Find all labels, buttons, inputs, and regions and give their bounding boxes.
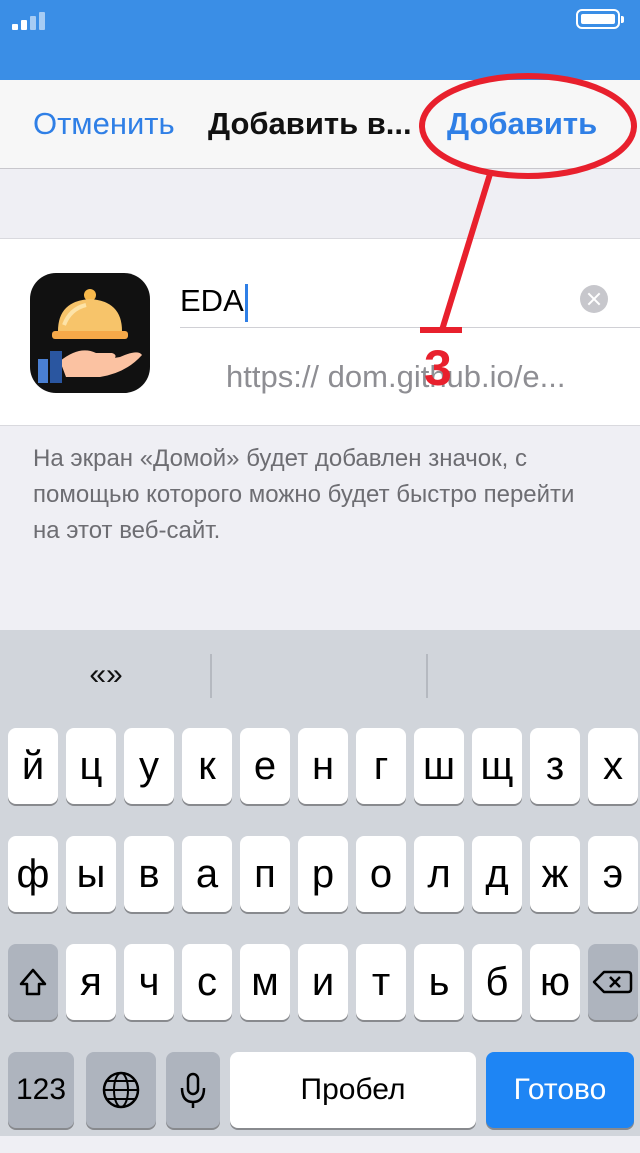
key[interactable]: ь (414, 944, 464, 1020)
numbers-key[interactable]: 123 (8, 1052, 74, 1128)
key[interactable]: э (588, 836, 638, 912)
key[interactable]: т (356, 944, 406, 1020)
url-text: https:// dom.github.io/e... (226, 359, 566, 394)
key[interactable]: я (66, 944, 116, 1020)
backspace-icon (592, 970, 633, 994)
key[interactable]: у (124, 728, 174, 804)
key[interactable]: ц (66, 728, 116, 804)
globe-icon (102, 1071, 140, 1109)
microphone-key[interactable] (166, 1052, 220, 1128)
cancel-button[interactable]: Отменить (33, 80, 175, 168)
key[interactable]: о (356, 836, 406, 912)
key[interactable]: х (588, 728, 638, 804)
space-key[interactable]: Пробел (230, 1052, 476, 1128)
shift-key[interactable] (8, 944, 58, 1020)
key[interactable]: р (298, 836, 348, 912)
key[interactable]: а (182, 836, 232, 912)
status-bar (0, 0, 640, 80)
suggestion-3[interactable] (428, 630, 640, 720)
microphone-icon (180, 1072, 206, 1108)
key[interactable]: в (124, 836, 174, 912)
text-caret (244, 283, 248, 322)
signal-icon (12, 12, 45, 30)
key[interactable]: щ (472, 728, 522, 804)
key[interactable]: ч (124, 944, 174, 1020)
key[interactable]: ж (530, 836, 580, 912)
keyboard: «» й ц у к е н г ш щ з х ф ы в а п р о л… (0, 630, 640, 1136)
key[interactable]: к (182, 728, 232, 804)
nav-title: Добавить в... (208, 106, 412, 141)
clear-icon[interactable] (580, 285, 608, 313)
key[interactable]: ш (414, 728, 464, 804)
suggestion-2[interactable] (212, 630, 424, 720)
key[interactable]: ю (530, 944, 580, 1020)
annotation-number: 3 (424, 340, 452, 396)
done-key[interactable]: Готово (486, 1052, 634, 1128)
key[interactable]: ы (66, 836, 116, 912)
key[interactable]: е (240, 728, 290, 804)
name-input[interactable]: EDA (180, 257, 640, 328)
key[interactable]: б (472, 944, 522, 1020)
add-button[interactable]: Добавить (447, 80, 597, 168)
key[interactable]: г (356, 728, 406, 804)
key[interactable]: з (530, 728, 580, 804)
battery-icon (576, 9, 624, 29)
info-text: На экран «Домой» будет добавлен значок, … (33, 445, 575, 544)
globe-key[interactable] (86, 1052, 156, 1128)
suggestion-bar: «» (0, 630, 640, 720)
key[interactable]: м (240, 944, 290, 1020)
key[interactable]: ф (8, 836, 58, 912)
bookmark-card: EDA https:// dom.github.io/e... (0, 238, 640, 426)
shift-icon (19, 968, 47, 996)
suggestion-1[interactable]: «» (0, 630, 212, 720)
nav-bar: Отменить Добавить в... Добавить (0, 80, 640, 169)
key[interactable]: л (414, 836, 464, 912)
key[interactable]: п (240, 836, 290, 912)
key[interactable]: й (8, 728, 58, 804)
key[interactable]: с (182, 944, 232, 1020)
key[interactable]: д (472, 836, 522, 912)
name-input-text[interactable]: EDA (180, 257, 248, 345)
key[interactable]: н (298, 728, 348, 804)
app-icon (30, 273, 150, 393)
backspace-key[interactable] (588, 944, 638, 1020)
key[interactable]: и (298, 944, 348, 1020)
